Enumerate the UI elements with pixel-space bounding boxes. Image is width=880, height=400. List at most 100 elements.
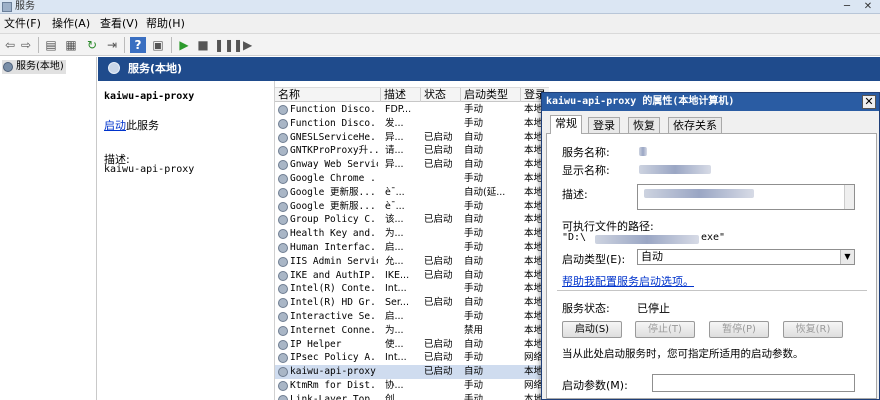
service-name-cell: Group Policy C...: [290, 214, 378, 226]
tab-dependencies[interactable]: 依存关系: [668, 117, 722, 133]
gear-icon: [278, 325, 288, 336]
table-row[interactable]: Gnway Web Service 异... 已启动 自动 本地: [275, 158, 549, 172]
startup-help-link[interactable]: 帮助我配置服务启动选项。: [562, 273, 694, 289]
forward-icon[interactable]: ⇨: [18, 37, 34, 53]
back-icon[interactable]: ⇦: [2, 37, 18, 53]
startup-type-select[interactable]: 自动 ▼: [637, 249, 855, 265]
table-row[interactable]: IKE and AuthIP... IKE... 已启动 自动 本地: [275, 269, 549, 283]
table-row[interactable]: Google 更新服... è¯... 手动 本地: [275, 200, 549, 214]
service-name-cell: Intel(R) Conte...: [290, 283, 378, 295]
service-startup-cell: 自动: [464, 131, 484, 143]
gear-icon: [278, 160, 288, 171]
tree-node-services-local[interactable]: 服务(本地): [2, 60, 66, 74]
stop-button[interactable]: 停止(T): [635, 321, 695, 338]
table-row[interactable]: Function Disco... FDP... 手动 本地: [275, 103, 549, 117]
menu-file[interactable]: 文件(F): [4, 14, 41, 34]
gear-icon: [278, 353, 288, 364]
table-row[interactable]: IP Helper 使... 已启动 自动 本地: [275, 338, 549, 352]
service-startup-cell: 自动: [464, 255, 484, 267]
column-header-description[interactable]: 描述: [381, 88, 421, 102]
table-row[interactable]: Human Interfac... 启... 手动 本地: [275, 241, 549, 255]
pause-button[interactable]: 暂停(P): [709, 321, 769, 338]
gear-icon: [278, 242, 288, 253]
service-name-cell: Google 更新服...: [290, 200, 376, 212]
minimize-button[interactable]: ─: [838, 1, 856, 13]
display-name-label: 显示名称:: [562, 164, 610, 177]
service-status-cell: 已启动: [424, 269, 453, 281]
service-status-cell: 已启动: [424, 131, 453, 143]
gear-icon: [278, 215, 288, 226]
service-description-cell: 允...: [385, 255, 404, 267]
tab-logon[interactable]: 登录: [588, 117, 620, 133]
table-row[interactable]: Interactive Se... 启... 手动 本地: [275, 310, 549, 324]
restart-icon[interactable]: ❚▶: [233, 37, 252, 53]
service-name-cell: IP Helper: [290, 338, 342, 350]
dialog-close-button[interactable]: ✕: [862, 95, 876, 109]
gear-icon: [278, 339, 288, 350]
stop-icon[interactable]: ■: [195, 37, 211, 53]
description-scrollbar[interactable]: [844, 185, 854, 209]
services-header: 服务(本地): [98, 57, 880, 81]
gear-icon: [278, 284, 288, 295]
gear-icon: [278, 229, 288, 240]
menu-action[interactable]: 操作(A): [52, 14, 90, 34]
service-name-cell: Function Disco...: [290, 104, 378, 115]
service-status-cell: 已启动: [424, 255, 453, 267]
properties-icon[interactable]: ▦: [63, 37, 79, 53]
service-startup-cell: 自动: [464, 338, 484, 350]
start-params-label: 启动参数(M):: [562, 379, 628, 392]
gear-icon: [278, 146, 288, 157]
service-startup-cell: 手动: [464, 241, 484, 253]
service-startup-cell: 手动: [464, 200, 484, 212]
chevron-down-icon[interactable]: ▼: [840, 250, 854, 264]
gear-icon: [278, 201, 288, 212]
refresh-icon[interactable]: ↻: [84, 37, 100, 53]
service-startup-cell: 手动: [464, 393, 484, 400]
start-service-link[interactable]: 启动: [104, 119, 126, 132]
table-row[interactable]: Intel(R) HD Gr... Ser... 已启动 自动 本地: [275, 296, 549, 310]
start-button[interactable]: 启动(S): [562, 321, 622, 338]
table-row[interactable]: IPsec Policy A... Int... 已启动 手动 网络: [275, 351, 549, 365]
table-row[interactable]: Link-Layer Top... 创... 手动 本地: [275, 393, 549, 400]
show-tree-icon[interactable]: ▤: [43, 37, 59, 53]
table-row[interactable]: IIS Admin Service 允... 已启动 自动 本地: [275, 255, 549, 269]
close-window-button[interactable]: ✕: [859, 1, 877, 13]
menu-help[interactable]: 帮助(H): [146, 14, 185, 34]
table-row[interactable]: GNESLServiceHe... 异... 已启动 自动 本地: [275, 131, 549, 145]
table-row[interactable]: Google 更新服... è¯... 自动(延... 本地: [275, 186, 549, 200]
service-description-cell: Int...: [385, 283, 407, 295]
table-row[interactable]: Internet Conne... 为... 禁用 本地: [275, 324, 549, 338]
column-header-name[interactable]: 名称: [275, 88, 381, 102]
menu-view[interactable]: 查看(V): [100, 14, 138, 34]
export-icon[interactable]: ⇥: [104, 37, 120, 53]
service-description-cell: FDP...: [385, 104, 412, 115]
table-row[interactable]: Function Disco... 发... 手动 本地: [275, 117, 549, 131]
gear-icon: [278, 367, 288, 378]
table-row[interactable]: Health Key and... 为... 手动 本地: [275, 227, 549, 241]
table-row[interactable]: kaiwu-api-proxy 已启动 自动 本地: [275, 365, 549, 379]
tab-general[interactable]: 常规: [550, 115, 582, 134]
list-header: 名称 描述 状态 启动类型 登录: [275, 87, 549, 102]
gear-icon: [278, 394, 288, 400]
service-description-cell: 创...: [385, 393, 404, 400]
start-params-input[interactable]: [652, 374, 855, 392]
pause-icon[interactable]: ❚❚: [214, 37, 234, 53]
executable-path-suffix: exe": [701, 232, 726, 243]
resume-button[interactable]: 恢复(R): [783, 321, 843, 338]
table-row[interactable]: KtmRm for Dist... 协... 手动 网络: [275, 379, 549, 393]
table-row[interactable]: Intel(R) Conte... Int... 手动 本地: [275, 282, 549, 296]
service-name-cell: Gnway Web Service: [290, 159, 378, 171]
properties-dialog: kaiwu-api-proxy 的属性(本地计算机) ✕ 常规 登录 恢复 依存…: [541, 92, 880, 400]
service-name-value-obscured: [639, 147, 647, 156]
table-row[interactable]: GNTKProProxy升... 请... 已启动 自动 本地: [275, 144, 549, 158]
help-icon[interactable]: ?: [130, 37, 146, 53]
table-row[interactable]: Google Chrome ... 手动 本地: [275, 172, 549, 186]
start-icon[interactable]: ▶: [176, 37, 192, 53]
description-field[interactable]: [637, 184, 855, 210]
column-header-startup-type[interactable]: 启动类型: [461, 88, 521, 102]
console-icon[interactable]: ▣: [150, 37, 166, 53]
table-row[interactable]: Group Policy C... 该... 已启动 自动 本地: [275, 213, 549, 227]
service-startup-cell: 自动: [464, 366, 484, 378]
column-header-status[interactable]: 状态: [421, 88, 461, 102]
tab-recovery[interactable]: 恢复: [628, 117, 660, 133]
